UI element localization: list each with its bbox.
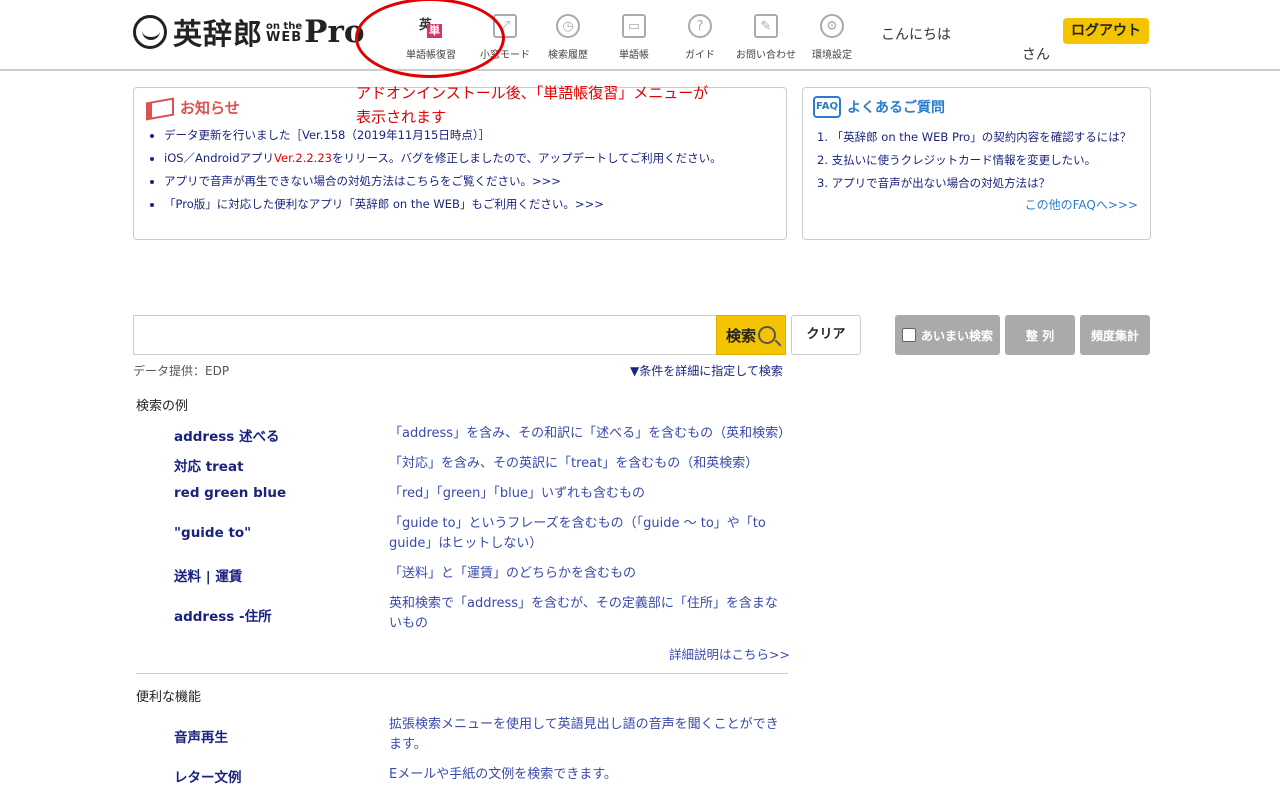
nav-contact[interactable]: ✎ お問い合わせ: [733, 14, 799, 66]
annotation-line-1: アドオンインストール後、「単語帳復習」メニューが: [356, 84, 709, 102]
example-description: 「guide to」というフレーズを含むもの（「guide ～ to」や「to …: [389, 516, 766, 551]
feature-description: Eメールや手紙の文例を検索できます。: [389, 767, 617, 782]
question-icon: ?: [688, 14, 712, 38]
fuzzy-search-toggle[interactable]: あいまい検索: [895, 315, 1000, 355]
fuzzy-search-checkbox[interactable]: [901, 328, 916, 342]
clock-icon: ◷: [556, 14, 580, 38]
logo-pro-text: Pro: [304, 14, 365, 50]
news-item[interactable]: iOS／AndroidアプリVer.2.2.23をリリース。バグを修正しましたの…: [164, 147, 722, 170]
example-query[interactable]: red green blue: [174, 485, 286, 501]
logout-button[interactable]: ログアウト: [1063, 18, 1149, 44]
feature-name[interactable]: レター文例: [174, 766, 242, 786]
feature-name[interactable]: 音声再生: [174, 726, 228, 746]
faq-title: よくあるご質問: [847, 100, 945, 116]
nav-window-mode[interactable]: ⤢ 小窓モード: [472, 14, 538, 66]
user-honorific: さん: [1022, 47, 1050, 63]
news-item-text[interactable]: データ更新を行いました［Ver.158（2019年11月15日時点）］: [164, 128, 490, 142]
feature-description: 拡張検索メニューを使用して英語見出し語の音声を聞くことができます。: [389, 717, 779, 752]
nav-settings[interactable]: ⚙ 環境設定: [799, 14, 865, 66]
nav-label-search-history: 検索履歴: [548, 50, 588, 61]
news-item[interactable]: アプリで音声が再生できない場合の対処方法はこちらをご覧ください。>>>: [164, 170, 722, 193]
faq-header: FAQ よくあるご質問: [813, 96, 945, 118]
faq-item[interactable]: 3. アプリで音声が出ない場合の対処方法は？: [817, 172, 1131, 195]
faq-panel: FAQ よくあるご質問 1. 「英辞郎 on the WEB Pro」の契約内容…: [802, 87, 1151, 240]
nav-label-window-mode: 小窓モード: [480, 50, 530, 61]
nav-label-contact: お問い合わせ: [736, 50, 796, 61]
example-description: 英和検索で「address」を含むが、その定義部に「住所」を含まないもの: [389, 596, 778, 631]
gear-icon: ⚙: [820, 14, 844, 38]
example-query[interactable]: 送料 | 運賃: [174, 565, 242, 585]
search-icon: [758, 326, 776, 344]
example-description: 「address」を含み、その和訳に「述べる」を含むもの（英和検索）: [389, 426, 792, 441]
window-mode-icon: ⤢: [493, 14, 517, 38]
fuzzy-search-label: あいまい検索: [920, 328, 993, 343]
greeting-text: こんにちは: [881, 27, 951, 43]
nav-guide[interactable]: ? ガイド: [667, 14, 733, 66]
example-query[interactable]: address 述べる: [174, 425, 280, 445]
example-description: 「対応」を含み、その英訳に「treat」を含むもの（和英検索）: [389, 456, 759, 471]
pen-icon: ✎: [754, 14, 778, 38]
faq-icon: FAQ: [813, 96, 841, 118]
flashcard-glyph-tan: 単: [427, 24, 442, 38]
advanced-search-link[interactable]: ▼条件を詳細に指定して検索: [630, 362, 783, 379]
header-bar: 英辞郎 on the WEB Pro 英 単 単語帳復習 ⤢ 小窓モード ◷ 検…: [0, 0, 1280, 78]
nav-flashcard-review[interactable]: 英 単 単語帳復習: [398, 14, 464, 66]
search-button[interactable]: 検索: [716, 315, 786, 355]
news-title: お知らせ: [180, 98, 240, 117]
faq-item[interactable]: 1. 「英辞郎 on the WEB Pro」の契約内容を確認するには？: [817, 126, 1131, 149]
faq-item[interactable]: 2. 支払いに使うクレジットカード情報を変更したい。: [817, 149, 1131, 172]
example-query[interactable]: "guide to": [174, 525, 251, 541]
features-title: 便利な機能: [136, 690, 202, 705]
section-divider: [136, 673, 788, 674]
frequency-count-button[interactable]: 頻度集計: [1080, 315, 1150, 355]
news-header: お知らせ: [144, 96, 240, 118]
logo-sub-bottom: WEB: [266, 30, 303, 45]
clear-button[interactable]: クリア: [791, 315, 861, 355]
news-item-version[interactable]: Ver.2.2.23: [274, 151, 332, 165]
news-item-text-pre[interactable]: iOS／Androidアプリ: [164, 151, 274, 165]
faq-list: 1. 「英辞郎 on the WEB Pro」の契約内容を確認するには？ 2. …: [817, 126, 1131, 195]
megaphone-icon: [144, 96, 174, 118]
example-description: 「red」「green」「blue」いずれも含むもの: [389, 486, 645, 501]
nav-label-wordbook: 単語帳: [619, 50, 649, 61]
news-list: データ更新を行いました［Ver.158（2019年11月15日時点）］ iOS／…: [164, 124, 722, 216]
news-item-text-post[interactable]: をリリース。バグを修正しましたので、アップデートしてご利用ください。: [332, 151, 722, 165]
search-button-label: 検索: [725, 326, 756, 345]
site-logo[interactable]: 英辞郎 on the WEB Pro: [133, 12, 365, 52]
annotation-line-2: 表示されます: [356, 108, 447, 126]
example-query[interactable]: address -住所: [174, 605, 272, 625]
nav-search-history[interactable]: ◷ 検索履歴: [535, 14, 601, 66]
arrange-button[interactable]: 整 列: [1005, 315, 1075, 355]
logo-mark-icon: [133, 15, 167, 49]
flashcard-review-icon: 英 単: [419, 14, 443, 38]
news-item-text[interactable]: 「Pro版」に対応した便利なアプリ「英辞郎 on the WEB」もご利用くださ…: [164, 197, 604, 211]
nav-label-flashcard-review: 単語帳復習: [406, 50, 456, 61]
news-item-text[interactable]: アプリで音声が再生できない場合の対処方法はこちらをご覧ください。>>>: [164, 174, 561, 188]
logo-main-text: 英辞郎: [173, 17, 264, 51]
faq-more-link[interactable]: この他のFAQへ>>>: [1025, 196, 1138, 213]
news-item[interactable]: 「Pro版」に対応した便利なアプリ「英辞郎 on the WEB」もご利用くださ…: [164, 193, 722, 216]
example-description: 「送料」と「運賃」のどちらかを含むもの: [389, 566, 637, 581]
nav-label-guide: ガイド: [685, 50, 715, 61]
logo-sub-text: on the WEB: [266, 21, 303, 45]
nav-label-settings: 環境設定: [812, 50, 852, 61]
detail-explanation-link[interactable]: 詳細説明はこちら>>: [669, 644, 790, 663]
examples-title: 検索の例: [136, 399, 189, 414]
search-input[interactable]: [133, 315, 717, 355]
wordbook-icon: ▭: [622, 14, 646, 38]
nav-wordbook[interactable]: ▭ 単語帳: [601, 14, 667, 66]
data-source-text: データ提供：EDP: [133, 364, 230, 378]
example-query[interactable]: 対応 treat: [174, 455, 244, 475]
annotation-text: アドオンインストール後、「単語帳復習」メニューが 表示されます: [356, 81, 756, 129]
